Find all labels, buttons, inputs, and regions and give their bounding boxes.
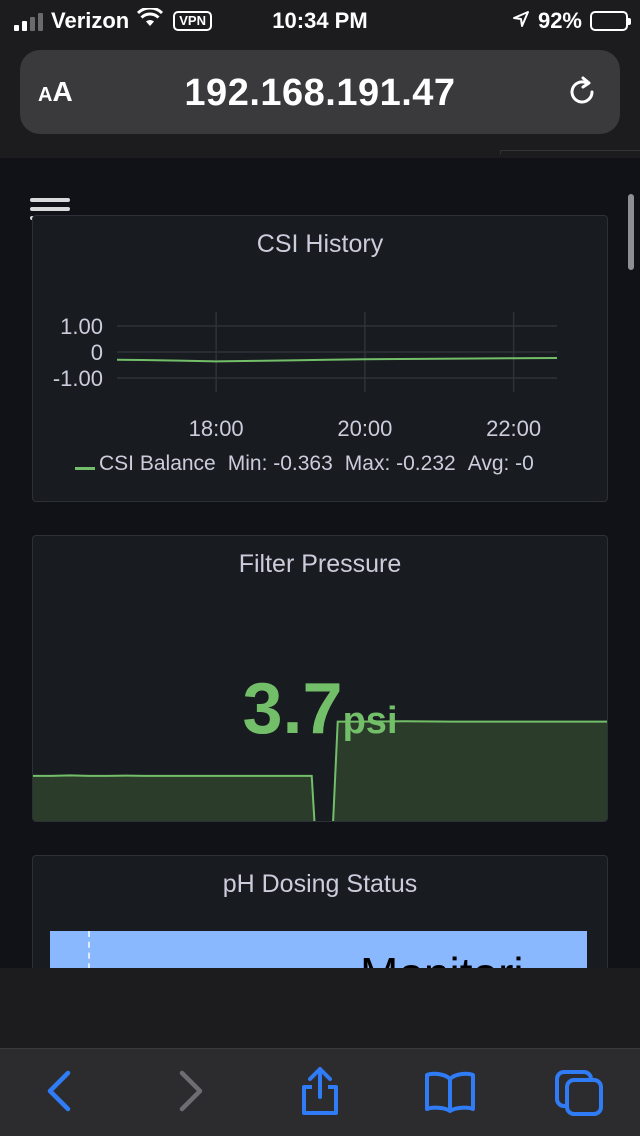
battery-percent: 92% (537, 8, 582, 33)
address-bar[interactable]: AA 192.168.191.47 (20, 50, 620, 134)
x-tick-label: 20:00 (337, 416, 392, 441)
legend-series-name: CSI Balance (99, 452, 216, 475)
legend-min: Min: -0.363 (227, 452, 333, 475)
value-unit: psi (342, 700, 398, 742)
tab-divider (500, 150, 640, 154)
dosing-status-text: Monitori (360, 947, 524, 968)
legend-swatch (75, 467, 95, 470)
dashboard-page[interactable]: CSI History 1.00 0 -1.00 18:00 20:00 22:00 CS… (0, 158, 640, 968)
location-arrow-icon (512, 8, 530, 34)
page-scrollbar[interactable] (628, 194, 634, 270)
filter-pressure-value: 3.7psi (33, 668, 607, 750)
reload-icon[interactable] (566, 76, 598, 113)
y-tick-label: -1.00 (53, 366, 103, 391)
panel-title: pH Dosing Status (222, 870, 418, 898)
dosing-status-bar: Monitori (50, 931, 587, 968)
status-bar: Verizon VPN 10:34 PM 92% (0, 0, 640, 40)
x-tick-label: 22:00 (486, 416, 541, 441)
value-number: 3.7 (242, 669, 343, 749)
series-line (116, 356, 558, 363)
chart-legend[interactable]: CSI Balance Min: -0.363 Max: -0.232 Avg:… (75, 452, 534, 476)
dosing-marker (88, 931, 90, 968)
csi-history-chart[interactable]: 1.000-1.00 18:00 20:00 22:00 (33, 266, 609, 466)
battery-icon (590, 11, 631, 31)
panel-title: CSI History (256, 230, 384, 258)
url-text[interactable]: 192.168.191.47 (20, 72, 620, 115)
legend-max: Max: -0.232 (344, 452, 456, 475)
ph-dosing-panel: pH Dosing Status Monitori (32, 855, 608, 968)
tabs-icon[interactable] (554, 1069, 606, 1122)
csi-history-panel: CSI History 1.00 0 -1.00 18:00 20:00 22:00 CS… (32, 215, 608, 502)
status-right: 92% (512, 8, 631, 34)
filter-pressure-panel: Filter Pressure 3.7psi (32, 535, 608, 822)
share-icon[interactable] (298, 1065, 342, 1122)
legend-series: CSI Balance (75, 452, 216, 476)
forward-icon[interactable] (176, 1069, 206, 1118)
browser-toolbar (0, 1048, 640, 1136)
browser-address-area: AA 192.168.191.47 (0, 40, 640, 158)
safari-screen: Verizon VPN 10:34 PM 92% AA 192.168.191.… (0, 0, 640, 1136)
y-tick-label: 1.00 (60, 314, 103, 339)
y-tick-label: 0 (91, 340, 103, 365)
back-icon[interactable] (44, 1069, 74, 1118)
bookmarks-icon[interactable] (424, 1069, 476, 1118)
browser-bottom-gap (0, 968, 640, 1048)
x-tick-label: 18:00 (189, 416, 244, 441)
legend-avg: Avg: -0 (467, 452, 534, 475)
